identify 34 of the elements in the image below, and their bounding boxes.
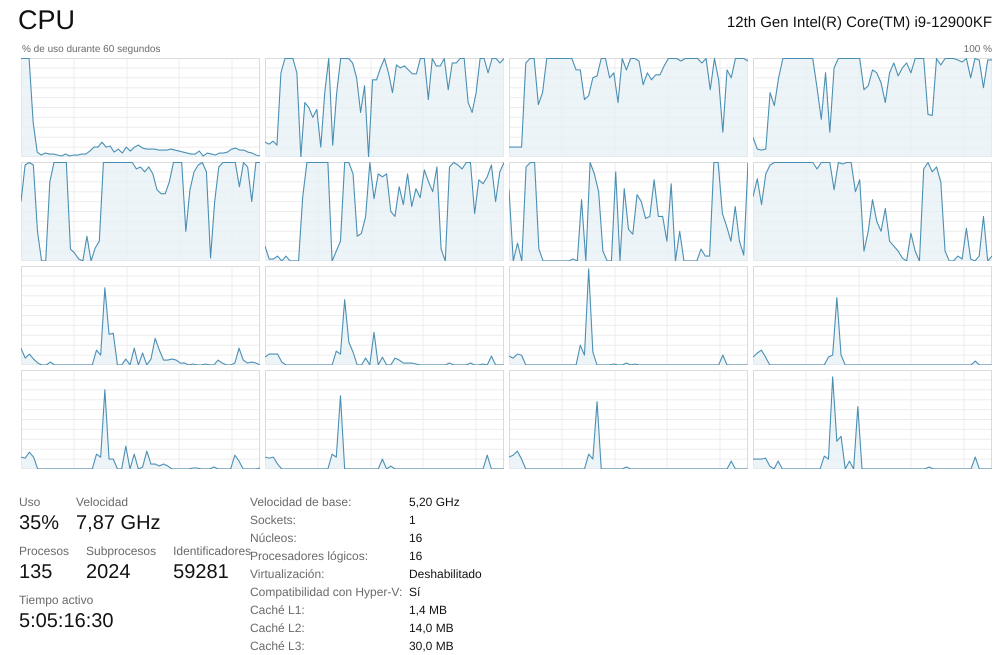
stat-label: Tiempo activo [19, 593, 94, 608]
processor-name: 12th Gen Intel(R) Core(TM) i9-12900KF [726, 13, 992, 33]
spec-value: 30,0 MB [409, 639, 455, 653]
spec-value: 5,20 GHz [409, 495, 461, 509]
spec-label: Velocidad de base: [250, 495, 352, 509]
stat-value: 7,87 GHz [76, 511, 161, 536]
stat-label: Subprocesos [86, 544, 156, 559]
spec-value: 14,0 MB [409, 621, 455, 635]
spec-value: 1,4 MB [409, 603, 448, 617]
stat-label: Velocidad [76, 495, 130, 510]
stat-label: Uso [19, 495, 42, 510]
spec-value: 16 [409, 531, 424, 545]
spec-value: Deshabilitado [409, 567, 482, 581]
stat-label: Procesos [19, 544, 70, 559]
graph-caption: % de uso durante 60 segundos [22, 43, 160, 56]
spec-value: 16 [409, 549, 424, 563]
spec-value: Sí [409, 585, 422, 599]
stat-value: 5:05:16:30 [19, 609, 114, 634]
spec-label: Virtualización: [250, 567, 326, 581]
stat-value: 35% [19, 511, 60, 536]
stat-value: 135 [19, 560, 54, 585]
graph-max-label: 100 % [964, 43, 992, 56]
spec-label: Compatibilidad con Hyper-V: [250, 585, 404, 599]
spec-label: Procesadores lógicos: [250, 549, 370, 563]
spec-label: Caché L3: [250, 639, 306, 653]
page-title: CPU [18, 4, 76, 37]
stat-value: 59281 [173, 560, 230, 585]
spec-value: 1 [409, 513, 417, 527]
spec-label: Caché L1: [250, 603, 306, 617]
spec-label: Sockets: [250, 513, 298, 527]
spec-label: Caché L2: [250, 621, 306, 635]
stat-label: Identificadores [173, 544, 252, 558]
stat-value: 2024 [86, 560, 132, 585]
spec-label: Núcleos: [250, 531, 298, 545]
